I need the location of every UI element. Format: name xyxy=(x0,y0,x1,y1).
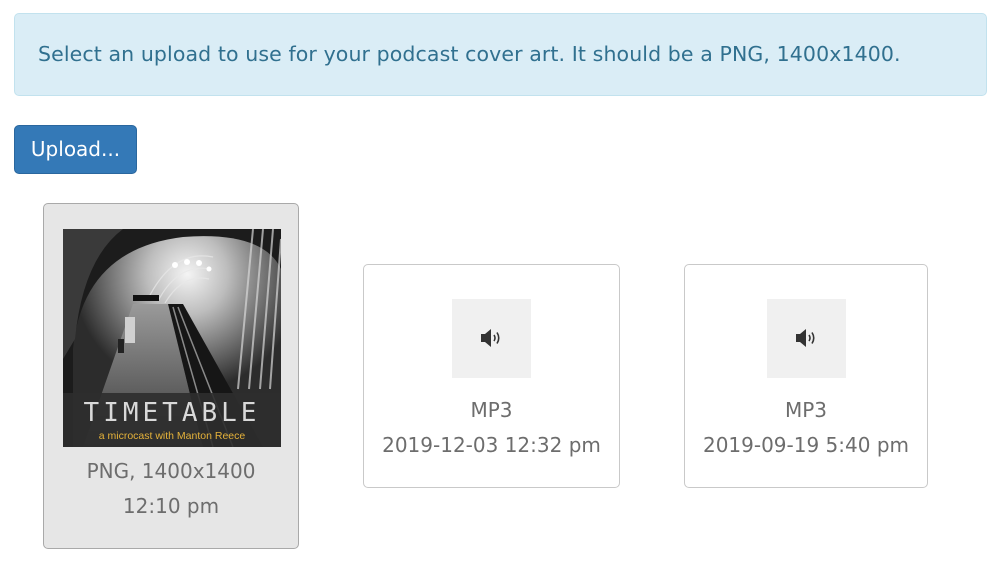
audio-thumbnail xyxy=(452,299,531,378)
upload-card-mp3[interactable]: MP3 2019-12-03 12:32 pm xyxy=(363,264,620,488)
audio-thumbnail xyxy=(766,299,846,378)
upload-card-mp3[interactable]: MP3 2019-09-19 5:40 pm xyxy=(684,264,928,488)
upload-card-cover-image[interactable]: TIMETABLE a microcast with Manton Reece … xyxy=(43,203,299,549)
cover-subtitle: a microcast with Manton Reece xyxy=(99,430,246,442)
subway-tunnel-photo: TIMETABLE a microcast with Manton Reece xyxy=(63,229,281,447)
upload-type-info: MP3 xyxy=(784,398,828,422)
cover-art-thumbnail: TIMETABLE a microcast with Manton Reece xyxy=(63,229,281,447)
upload-type-info: MP3 xyxy=(470,398,513,422)
cover-title: TIMETABLE xyxy=(84,398,261,428)
info-alert: Select an upload to use for your podcast… xyxy=(14,13,987,96)
alert-message: Select an upload to use for your podcast… xyxy=(38,42,901,66)
upload-button[interactable]: Upload... xyxy=(14,125,137,174)
speaker-icon xyxy=(481,329,500,347)
upload-type-info: PNG, 1400x1400 xyxy=(86,459,256,483)
upload-time: 2019-09-19 5:40 pm xyxy=(702,433,910,457)
speaker-icon xyxy=(795,329,815,347)
upload-time: 2019-12-03 12:32 pm xyxy=(382,433,601,457)
upload-picker-page: Select an upload to use for your podcast… xyxy=(0,0,1000,566)
upload-time: 12:10 pm xyxy=(122,494,220,518)
